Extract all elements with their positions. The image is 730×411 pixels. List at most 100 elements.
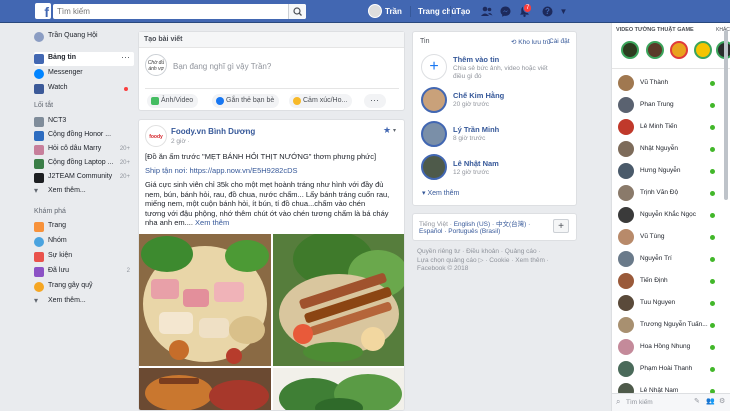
food-photo-image — [273, 368, 404, 410]
story-name[interactable]: Chế Kim Hằng — [453, 91, 504, 100]
contact-row[interactable]: Tiến Định — [612, 270, 727, 292]
new-group-icon[interactable]: 👥 — [706, 397, 715, 405]
shortcut-item[interactable]: Hỏi cô dâu Marry 20+ — [34, 143, 134, 157]
post-body: nha anh em.... — [145, 218, 196, 227]
story-name[interactable]: Lý Trần Minh — [453, 125, 499, 134]
contact-avatar — [618, 185, 634, 201]
sidebar-item-watch[interactable]: Watch — [34, 82, 134, 96]
contact-row[interactable]: Nguyễn Trí — [612, 248, 727, 270]
see-more-explore[interactable]: ▾ Xem thêm... — [34, 295, 134, 309]
archive-label: Kho lưu trữ — [518, 39, 552, 46]
language-links[interactable]: Español · Português (Brasil) — [419, 228, 500, 235]
game-stream-avatar[interactable] — [621, 41, 639, 59]
tag-friends-button[interactable]: Gắn thẻ bạn bè — [212, 94, 280, 108]
sidebar-item-groups[interactable]: Nhóm — [34, 235, 134, 249]
game-stream-avatar[interactable] — [646, 41, 664, 59]
scrollbar[interactable] — [724, 30, 728, 200]
newsfeed-icon — [34, 54, 44, 64]
sidebar-item-messenger[interactable]: Messenger — [34, 67, 134, 81]
contact-row[interactable]: Vũ Thành — [612, 72, 727, 94]
footer-links[interactable]: Lựa chọn quảng cáo ▷ · Cookie · Xem thêm… — [417, 257, 549, 266]
chat-search-input[interactable]: Tìm kiếm — [626, 399, 653, 406]
photo-video-button[interactable]: Ảnh/Video — [147, 94, 199, 108]
story-avatar[interactable] — [421, 121, 447, 147]
search-input[interactable] — [53, 4, 306, 19]
contact-row[interactable]: Vũ Tùng — [612, 226, 727, 248]
story-avatar[interactable] — [421, 87, 447, 113]
post-see-more[interactable]: Xem thêm — [195, 218, 229, 227]
post-link[interactable]: Ship tận nơi: https://app.now.vn/E5H9282… — [145, 166, 400, 176]
contact-row[interactable]: Trịnh Văn Độ — [612, 182, 727, 204]
sidebar-item-pages[interactable]: Trang — [34, 220, 134, 234]
user-avatar[interactable] — [368, 4, 382, 18]
footer-links[interactable]: Quyền riêng tư · Điều khoản · Quảng cáo … — [417, 248, 549, 257]
chat-search-bar: ⌕ Tìm kiếm ✎ 👥 ⚙ — [612, 393, 730, 411]
story-name[interactable]: Lê Nhật Nam — [453, 159, 499, 168]
contact-row[interactable]: Hoa Hồng Nhung — [612, 336, 727, 358]
profile-item[interactable]: Trần Quang Hội — [34, 30, 134, 44]
star-icon[interactable]: ★ — [383, 125, 391, 136]
contact-row[interactable]: Hưng Nguyễn — [612, 160, 727, 182]
food-photo[interactable] — [139, 234, 271, 366]
feeling-button[interactable]: Cảm xúc/Ho... — [289, 94, 353, 108]
food-photo[interactable] — [273, 368, 404, 410]
shortcut-label: J2TEAM Community — [48, 173, 113, 180]
calendar-icon — [34, 252, 44, 262]
post-author[interactable]: Foody.vn Bình Dương — [171, 127, 255, 136]
stories-archive-link[interactable]: ⟲ Kho lưu trữ — [511, 38, 551, 46]
contact-row[interactable]: Nguyễn Khắc Ngọc — [612, 204, 727, 226]
messenger-icon[interactable] — [499, 5, 512, 18]
search-button[interactable] — [288, 4, 306, 19]
contact-row[interactable]: Trương Nguyễn Tuấn... — [612, 314, 727, 336]
shortcut-item[interactable]: NCT3 — [34, 115, 134, 129]
story-avatar[interactable] — [421, 154, 447, 180]
see-more-label: Xem thêm... — [48, 187, 86, 194]
sidebar-item-fundraisers[interactable]: Trang gây quỹ — [34, 280, 134, 294]
stories-see-more[interactable]: ▾ Xem thêm — [422, 189, 459, 197]
contact-avatar — [618, 251, 634, 267]
profile-link[interactable]: Trần — [385, 7, 402, 16]
friend-requests-icon[interactable] — [480, 5, 493, 18]
add-story-title[interactable]: Thêm vào tin — [453, 55, 499, 64]
contact-row[interactable]: Lê Minh Tiến — [612, 116, 727, 138]
food-photo[interactable] — [273, 234, 404, 366]
stories-settings-link[interactable]: Cài đặt — [549, 38, 570, 45]
food-photo[interactable] — [139, 368, 271, 410]
see-more-shortcuts[interactable]: ▾ Xem thêm... — [34, 185, 134, 199]
newsfeed-label: Bảng tin — [48, 54, 76, 61]
contact-row[interactable]: Tuu Nguyen — [612, 292, 727, 314]
add-language-button[interactable]: + — [553, 219, 569, 233]
gear-icon[interactable]: ⚙ — [719, 397, 725, 405]
contact-row[interactable]: Phạm Hoài Thanh — [612, 358, 727, 380]
composer-title: Tạo bài viết — [139, 32, 404, 48]
contact-row[interactable]: Phan Trung — [612, 94, 727, 116]
contact-row[interactable]: Nhật Nguyễn — [612, 138, 727, 160]
new-message-icon[interactable]: ✎ — [694, 397, 700, 405]
sidebar-item-newsfeed[interactable]: Bảng tin ··· — [34, 52, 134, 66]
contact-name: Nhật Nguyễn — [640, 145, 678, 152]
page-avatar[interactable]: foody — [145, 125, 167, 147]
composer-input[interactable]: Bạn đang nghĩ gì vậy Trần? — [173, 62, 271, 71]
game-stream-avatar[interactable] — [694, 41, 712, 59]
sidebar-item-saved[interactable]: Đã lưu 2 — [34, 265, 134, 279]
language-links[interactable]: English (US) · 中文(台灣) · — [454, 221, 531, 228]
game-stream-avatar[interactable] — [670, 41, 688, 59]
post-time[interactable]: 2 giờ · — [171, 138, 190, 145]
more-options-button[interactable]: ··· — [364, 94, 386, 108]
help-icon[interactable]: ? — [541, 5, 554, 18]
post-card: foody Foody.vn Bình Dương 2 giờ · ★ ▾ [Đ… — [138, 119, 405, 411]
caret-down-icon[interactable]: ▼ — [557, 5, 570, 18]
chevron-down-icon[interactable]: ▾ — [393, 127, 396, 134]
shortcut-item[interactable]: J2TEAM Community 20+ — [34, 171, 134, 185]
more-options-icon[interactable]: ··· — [121, 52, 130, 62]
facebook-logo-icon[interactable]: f — [35, 3, 51, 19]
create-link[interactable]: Tạo — [456, 7, 470, 16]
online-indicator — [710, 367, 715, 372]
shortcut-item[interactable]: Cộng đồng Honor ... — [34, 129, 134, 143]
shortcut-item[interactable]: Cộng đồng Laptop ... 20+ — [34, 157, 134, 171]
sidebar-item-events[interactable]: Sự kiện — [34, 250, 134, 264]
contact-name: Hưng Nguyễn — [640, 167, 681, 174]
post-body: nem, bún, bánh hỏi, rau, đồ chua, nước c… — [145, 189, 390, 199]
add-story-button[interactable]: + — [421, 54, 447, 80]
copyright: Facebook © 2018 — [417, 265, 469, 272]
